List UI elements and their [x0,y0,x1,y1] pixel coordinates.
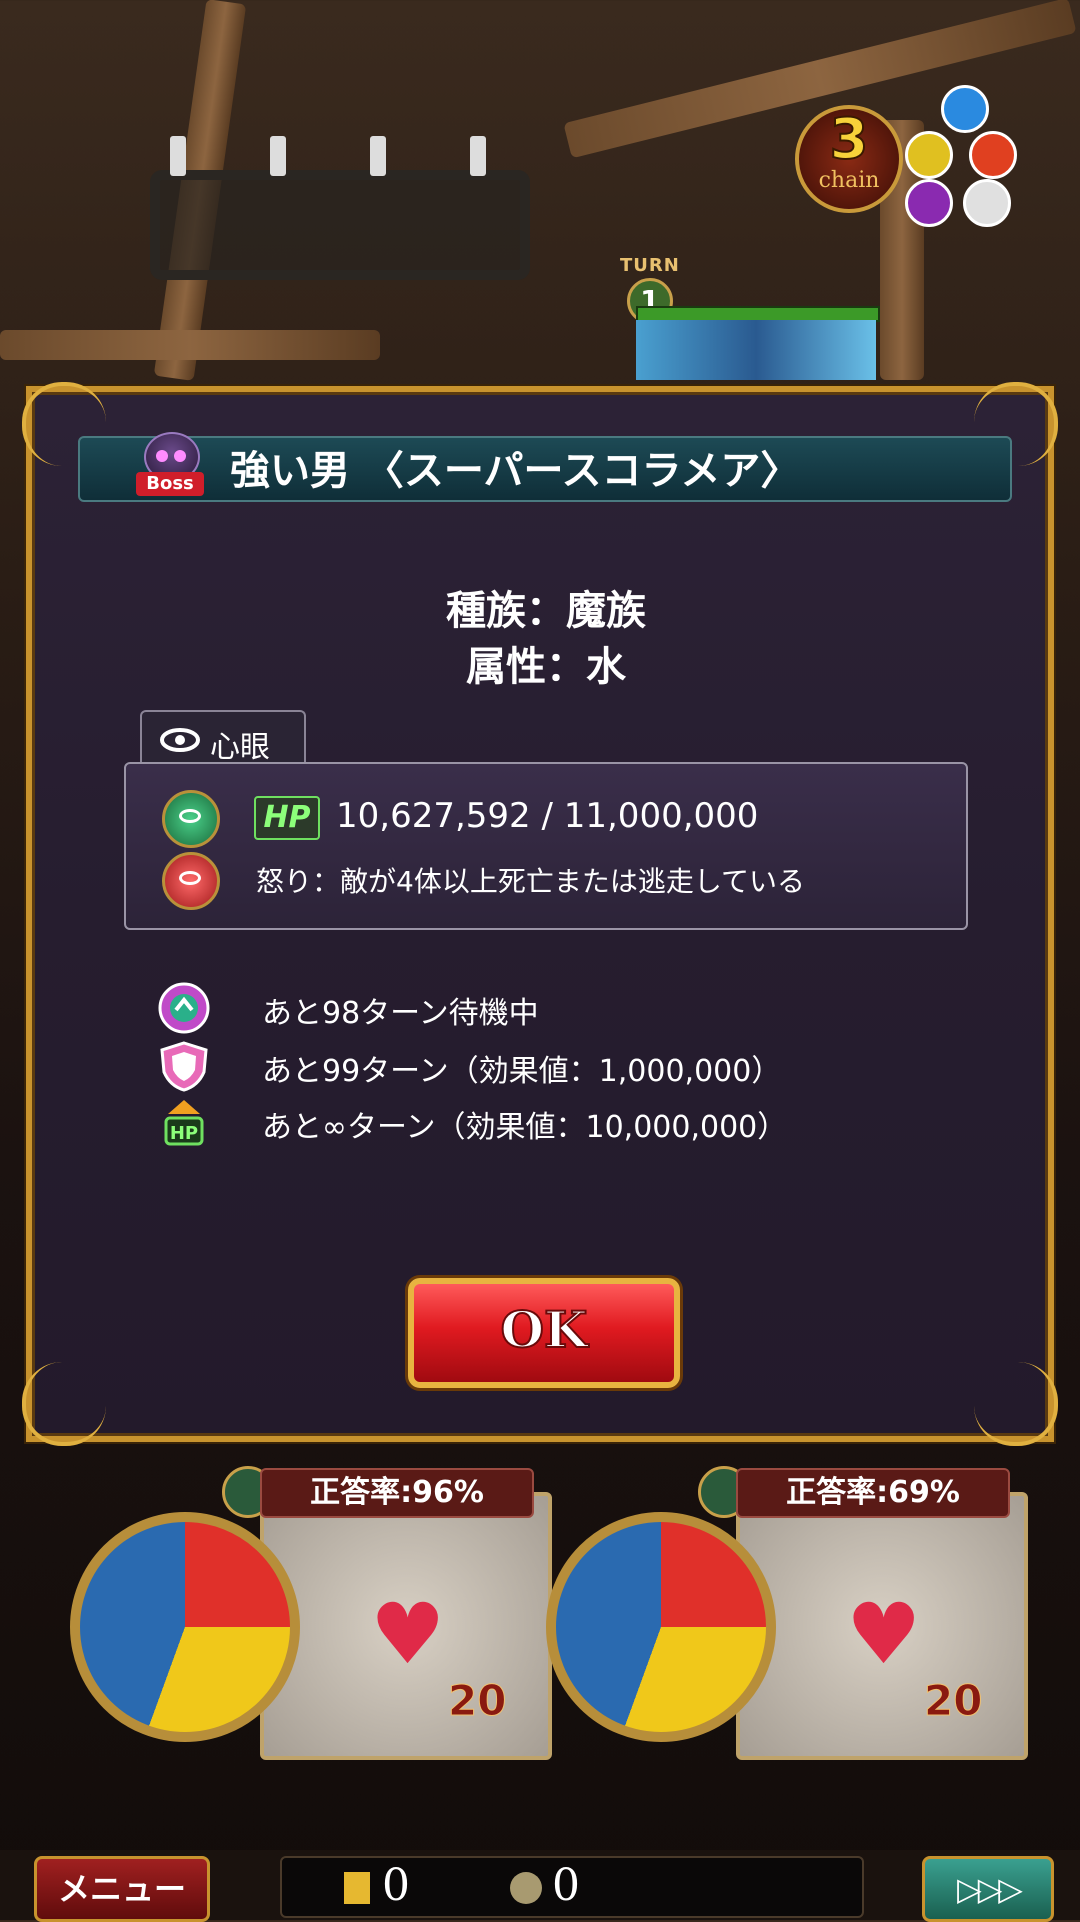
coin-count: 0 [552,1860,580,1911]
frame-ornament [974,1362,1058,1446]
thunder-orb-icon [905,131,953,179]
ok-button[interactable]: OK [408,1278,680,1388]
hp-up-icon: HP [164,1100,204,1146]
swap-arrow-icon [158,982,210,1034]
menu-button[interactable]: メニュー [34,1856,210,1922]
gold-count: 0 [382,1860,410,1911]
wood-beam [0,330,380,360]
element-circle-icon [546,1512,776,1742]
eye-icon [160,728,200,752]
attribute-wheel [905,85,1017,227]
accuracy-rate: 正答率:69% [736,1468,1010,1518]
frame-ornament [22,1362,106,1446]
card-hp: 20 [923,1676,983,1726]
tab-shingan[interactable]: 心眼 [140,710,306,770]
ok-label: OK [499,1299,588,1360]
heart-icon: ♥ [370,1585,446,1683]
hp-badge: HP [254,796,320,840]
water-orb-icon [941,85,989,133]
dark-orb-icon [905,179,953,227]
boss-icon: Boss [136,432,204,496]
gold-bar-icon [344,1872,370,1904]
boss-tag: Boss [136,472,204,496]
chandelier [150,136,530,280]
status-text: あと98ターン待機中 [262,996,539,1031]
fire-orb-icon [969,131,1017,179]
enemy-portrait [636,320,876,380]
rage-condition: 怒り：敵が4体以上死亡または逃走している [256,865,805,898]
chain-counter: 3 chain [795,105,903,213]
light-orb-icon [963,179,1011,227]
status-row: あと99ターン（効果値：1,000,000） [32,1040,1060,1092]
chain-count: 3 [829,107,870,172]
turn-label: TURN [620,255,680,276]
shield-icon [160,1041,208,1092]
hp-value: 10,627,592 / 11,000,000 [336,796,759,836]
chain-label: chain [818,168,880,193]
coin-icon [510,1872,542,1904]
status-row: HP あと∞ターン（効果値：10,000,000） [32,1096,1060,1146]
enemy-race: 種族：魔族 [446,588,646,634]
card-hp: 20 [447,1676,507,1726]
status-text: あと∞ターン（効果値：10,000,000） [262,1110,788,1145]
status-row: あと98ターン待機中 [32,982,1060,1034]
fast-forward-button[interactable]: ▷▷▷ [922,1856,1054,1922]
element-circle-icon [70,1512,300,1742]
enemy-info-dialog: Boss 強い男 〈スーパースコラメア〉 種族：魔族 属性：水 心眼 HP 10… [22,382,1058,1446]
item-counter-bar: 0 0 [280,1856,864,1918]
enemy-attribute: 属性：水 [466,644,626,690]
status-text: あと99ターン（効果値：1,000,000） [262,1054,782,1089]
enemy-name: 強い男 〈スーパースコラメア〉 [230,448,801,494]
tab-label: 心眼 [210,730,270,765]
player-card[interactable]: 正答率:96% ♥ 20 [70,1462,552,1762]
insight-panel: HP 10,627,592 / 11,000,000 怒り：敵が4体以上死亡また… [124,762,968,930]
red-eye-icon [162,852,220,910]
accuracy-rate: 正答率:96% [260,1468,534,1518]
heart-icon: ♥ [846,1585,922,1683]
player-card[interactable]: 正答率:69% ♥ 20 [546,1462,1028,1762]
svg-text:HP: HP [170,1123,198,1144]
green-eye-icon [162,790,220,848]
